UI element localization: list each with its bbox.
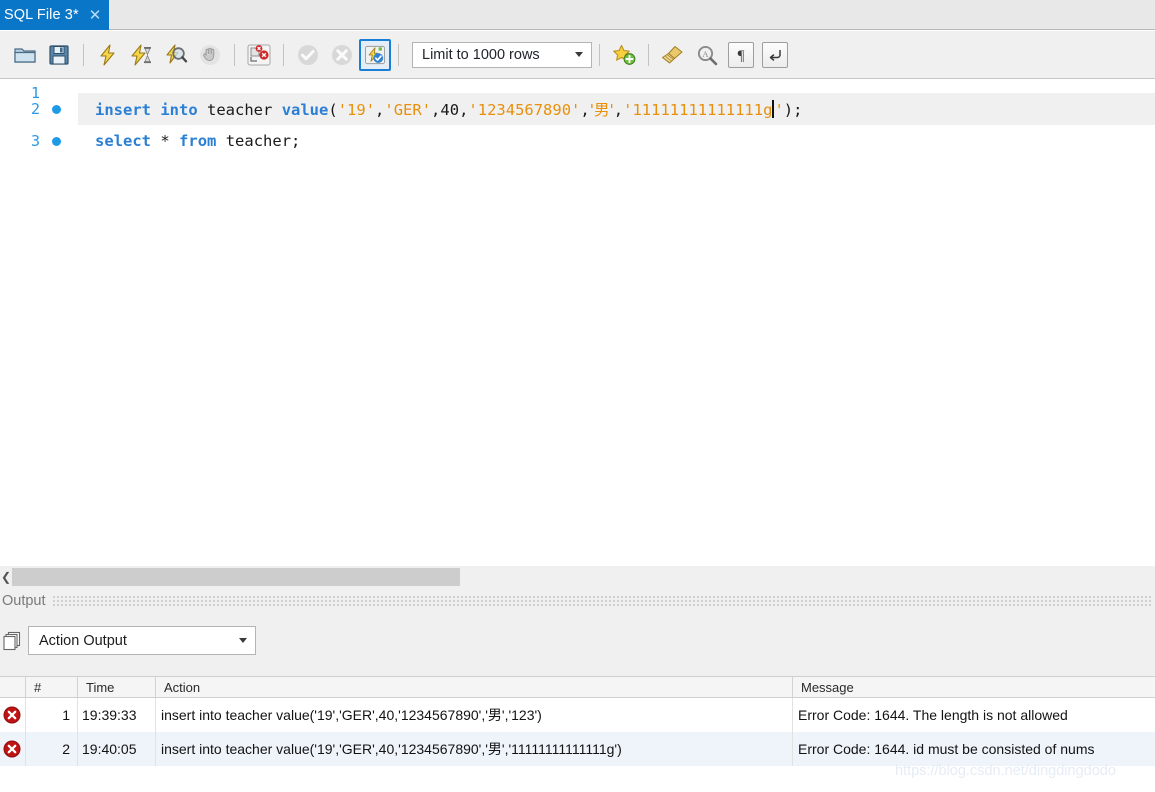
- add-snippet-icon[interactable]: [607, 38, 641, 72]
- chevron-left-icon[interactable]: ❮: [0, 566, 12, 588]
- sql-string: '1234567890': [468, 101, 581, 119]
- sql-punct: (: [328, 101, 338, 119]
- sql-string: '19': [337, 101, 376, 119]
- cell-message: Error Code: 1644. id must be consisted o…: [798, 741, 1095, 757]
- cell-time: 19:40:05: [82, 741, 137, 757]
- cell-action: insert into teacher value('19','GER',40,…: [161, 707, 542, 723]
- sql-statement-insert: insert into teacher value('19','GER',40,…: [95, 98, 802, 120]
- chevron-down-icon[interactable]: [239, 638, 247, 643]
- toolbar-separator: [83, 43, 84, 66]
- row-limit-label: Limit to 1000 rows: [422, 46, 540, 63]
- sql-punct: ,: [580, 101, 590, 119]
- tab-sql-file-3[interactable]: SQL File 3* ✕: [0, 0, 110, 30]
- beautify-icon[interactable]: [656, 38, 690, 72]
- line-number: 3: [30, 132, 40, 150]
- open-file-icon[interactable]: [8, 38, 42, 72]
- row-divider: [792, 732, 793, 766]
- header-dotted-divider: [51, 596, 1153, 606]
- column-header-time[interactable]: Time: [78, 677, 154, 698]
- sql-keyword: select: [95, 132, 151, 150]
- sql-punct: ,: [459, 101, 469, 119]
- row-divider: [155, 732, 156, 766]
- tab-bar: SQL File 3* ✕: [0, 0, 1155, 30]
- table-header-row: # Time Action Message: [0, 676, 1155, 698]
- cell-index: 1: [62, 707, 70, 723]
- toolbar-separator: [283, 43, 284, 66]
- column-header-action[interactable]: Action: [156, 677, 790, 698]
- chevron-down-icon[interactable]: [575, 52, 583, 57]
- editor-toolbar: Limit to 1000 rows A ¶: [0, 31, 1155, 79]
- sql-keyword: into: [160, 101, 198, 119]
- save-file-icon[interactable]: [42, 38, 76, 72]
- breakpoint-marker-icon[interactable]: [52, 104, 61, 114]
- error-icon: [3, 740, 21, 758]
- output-panel-title: Output: [2, 593, 46, 609]
- wrap-lines-icon[interactable]: [758, 38, 792, 72]
- table-row[interactable]: 1 19:39:33 insert into teacher value('19…: [0, 698, 1155, 732]
- sql-punct: ,: [431, 101, 441, 119]
- column-header-message[interactable]: Message: [793, 677, 1153, 698]
- row-divider: [792, 698, 793, 732]
- cell-index: 2: [62, 741, 70, 757]
- invisible-chars-icon[interactable]: ¶: [724, 38, 758, 72]
- output-panel-header: Output: [0, 588, 1155, 614]
- explain-icon[interactable]: [159, 38, 193, 72]
- sql-string-quote: ': [774, 101, 784, 119]
- table-row[interactable]: 2 19:40:05 insert into teacher value('19…: [0, 732, 1155, 766]
- editor-line-2: 2 insert into teacher value('19','GER',4…: [0, 93, 1155, 125]
- sql-table-name: teacher: [207, 101, 273, 119]
- toolbar-separator: [398, 43, 399, 66]
- svg-text:¶: ¶: [738, 48, 745, 63]
- editor-horizontal-scrollbar[interactable]: ❮: [0, 566, 1155, 588]
- rollback-icon: [325, 38, 359, 72]
- sql-statement-select: select * from teacher;: [95, 132, 300, 150]
- watermark: https://blog.csdn.net/dingdingdodo: [895, 763, 1116, 779]
- sql-punct: ;: [291, 132, 301, 150]
- sql-editor-window: SQL File 3* ✕ Limit to 1000 rows A ¶ 1 2…: [0, 0, 1155, 792]
- row-limit-dropdown[interactable]: Limit to 1000 rows: [412, 41, 592, 68]
- stop-icon: [193, 38, 227, 72]
- row-divider: [77, 732, 78, 766]
- sql-string: 'GER': [384, 101, 432, 119]
- toolbar-separator: [599, 43, 600, 66]
- output-type-value: Action Output: [39, 632, 127, 649]
- execute-current-icon[interactable]: [125, 38, 159, 72]
- sql-punct: ,: [375, 101, 385, 119]
- line-number: 2: [30, 100, 40, 118]
- toolbar-separator: [648, 43, 649, 66]
- sql-number: 40: [440, 101, 460, 119]
- output-type-dropdown[interactable]: Action Output: [28, 626, 256, 655]
- editor-line-3: 3 select * from teacher;: [0, 125, 1155, 157]
- sql-keyword: from: [179, 132, 217, 150]
- scrollbar-thumb[interactable]: [12, 568, 460, 586]
- cell-time: 19:39:33: [82, 707, 137, 723]
- panels-icon[interactable]: [3, 631, 23, 656]
- find-icon[interactable]: A: [690, 38, 724, 72]
- commit-icon: [291, 38, 325, 72]
- cell-action: insert into teacher value('19','GER',40,…: [161, 741, 622, 757]
- sql-keyword: value: [281, 101, 329, 119]
- error-icon: [3, 706, 21, 724]
- cell-message: Error Code: 1644. The length is not allo…: [798, 707, 1068, 723]
- close-icon[interactable]: ✕: [89, 8, 102, 23]
- sql-string-cjk: '男': [589, 101, 614, 119]
- sql-table-name: teacher: [225, 132, 292, 150]
- autocommit-icon[interactable]: [359, 38, 391, 71]
- toggle-stop-on-error-icon[interactable]: [242, 38, 276, 72]
- sql-star: *: [160, 132, 170, 150]
- output-toolbar: Action Output: [0, 614, 1155, 676]
- sql-editor[interactable]: 1 2 insert into teacher value('19','GER'…: [0, 79, 1155, 566]
- sql-punct: ,: [613, 101, 624, 119]
- breakpoint-marker-icon[interactable]: [52, 136, 61, 146]
- sql-keyword: insert: [95, 101, 151, 119]
- sql-string-value: 11111111111111g: [632, 101, 773, 119]
- execute-icon[interactable]: [91, 38, 125, 72]
- tab-label: SQL File 3*: [4, 7, 79, 23]
- svg-text:A: A: [702, 49, 709, 59]
- column-header-index[interactable]: #: [26, 677, 76, 698]
- toolbar-separator: [234, 43, 235, 66]
- row-divider: [77, 698, 78, 732]
- row-divider: [155, 698, 156, 732]
- sql-punct: );: [783, 101, 803, 119]
